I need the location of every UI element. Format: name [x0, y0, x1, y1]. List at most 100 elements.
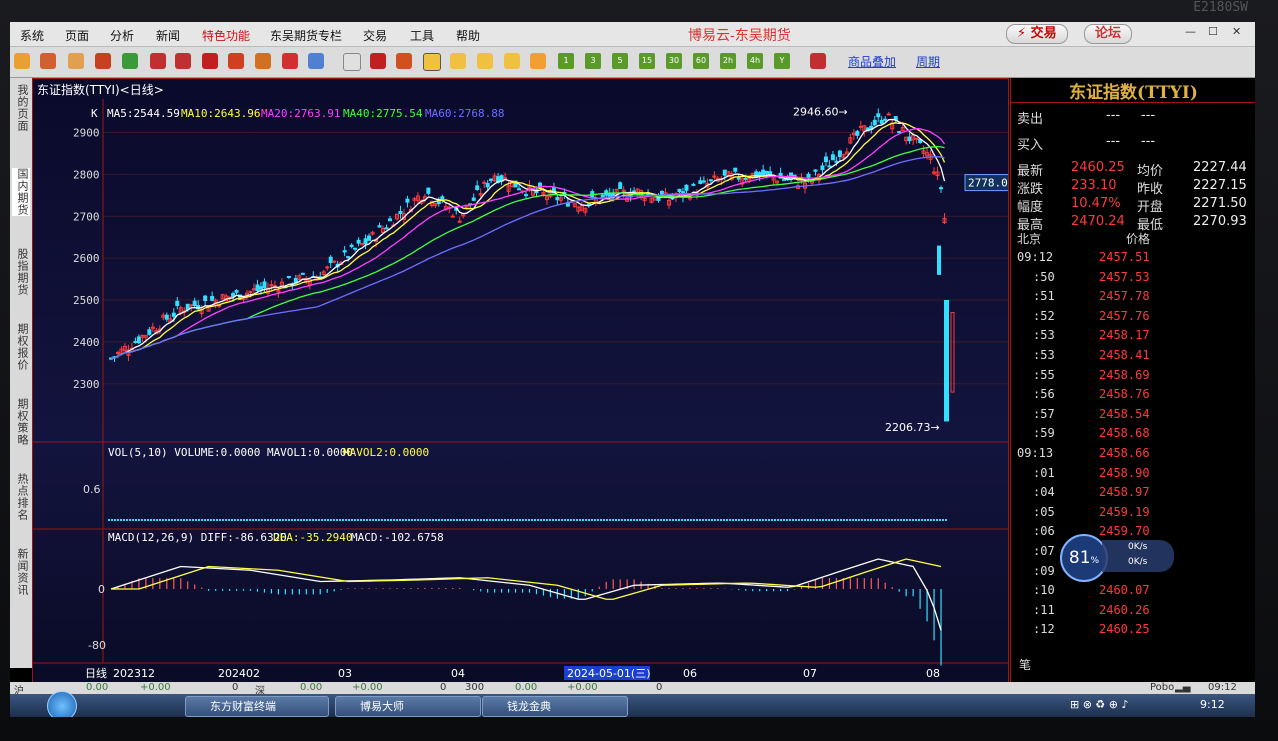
menu-help[interactable]: 帮助 — [456, 27, 480, 44]
macd-dea-label: DEA:-35.2940 — [273, 531, 352, 544]
candle-body — [858, 125, 863, 128]
period-2h-button[interactable]: 2h — [720, 53, 736, 69]
chart-icon[interactable] — [370, 53, 386, 69]
tab-news[interactable]: 新闻资讯 — [12, 548, 30, 596]
month-icon[interactable] — [477, 53, 493, 69]
quote-label: 幅度 — [1017, 200, 1044, 215]
quote-value: 10.47% — [1071, 196, 1121, 211]
layout-icon[interactable] — [202, 53, 218, 69]
menu-analysis[interactable]: 分析 — [110, 27, 134, 44]
period-5-button[interactable]: 5 — [612, 53, 628, 69]
candle-body — [757, 172, 762, 176]
quote-value: 2271.50 — [1193, 196, 1247, 211]
network-gauge[interactable]: 81% 0K/s 0K/s — [1060, 534, 1176, 582]
period-link[interactable]: 周期 — [916, 53, 940, 70]
quote-value: 233.10 — [1071, 178, 1117, 193]
tab-option-strategy[interactable]: 期权策略 — [12, 398, 30, 446]
tick-icon[interactable] — [396, 53, 412, 69]
quote-label: 开盘 — [1137, 200, 1164, 215]
x-axis-label: 202312 — [113, 667, 155, 680]
monitor-bezel: E2180SW 系统 页面 分析 新闻 特色功能 东吴期货专栏 交易 工具 帮助… — [0, 0, 1278, 741]
period-year-button[interactable]: Y — [774, 53, 790, 69]
maximize-icon[interactable]: ☐ — [1208, 25, 1218, 38]
status-v5: 0.00 — [300, 682, 323, 693]
price-tick-label: 2900 — [73, 127, 100, 140]
calendar-icon[interactable] — [810, 53, 826, 69]
back-icon[interactable] — [14, 53, 30, 69]
filter-icon[interactable] — [282, 53, 298, 69]
tray-icons[interactable]: ⊞ ⊗ ♻ ⊕ ♪ — [1070, 698, 1129, 711]
candle-body — [813, 169, 818, 172]
menu-page[interactable]: 页面 — [65, 27, 89, 44]
taskbar-item-qianlong[interactable]: 钱龙金典 — [482, 696, 628, 717]
candle-body — [618, 182, 623, 189]
tick-time: :04 — [1033, 485, 1055, 500]
tick-price: 2458.69 — [1099, 367, 1150, 382]
tab-hot-ranking[interactable]: 热点排名 — [12, 473, 30, 521]
folder-icon[interactable] — [68, 53, 84, 69]
taskbar-item-boyi[interactable]: 博易大师 — [335, 696, 481, 717]
table-icon[interactable] — [343, 53, 361, 71]
menu-features[interactable]: 特色功能 — [202, 27, 250, 44]
trade-button[interactable]: ⚡ 交易 — [1006, 24, 1068, 44]
x-axis-label: 06 — [683, 667, 697, 680]
menu-news[interactable]: 新闻 — [156, 27, 180, 44]
menu-trade[interactable]: 交易 — [363, 27, 387, 44]
tab-option-quotes[interactable]: 期权报价 — [12, 323, 30, 371]
candle-body — [203, 295, 208, 301]
candle-body — [231, 293, 236, 297]
period-30-button[interactable]: 30 — [666, 53, 682, 69]
tick-price: 2457.76 — [1099, 308, 1150, 323]
candle-body — [485, 182, 490, 188]
period-15-button[interactable]: 15 — [639, 53, 655, 69]
refresh-icon[interactable] — [122, 53, 138, 69]
candle-body — [251, 288, 256, 291]
taskbar-item-eastmoney[interactable]: 东方财富终端 — [185, 696, 329, 717]
tick-price-header: 价格 — [1126, 232, 1151, 246]
candle-body — [600, 194, 605, 198]
forum-button[interactable]: 论坛 — [1084, 24, 1133, 44]
candle-body — [234, 290, 239, 293]
week-icon[interactable] — [450, 53, 466, 69]
quote-label: 涨跌 — [1017, 182, 1044, 197]
tab-index-futures[interactable]: 股指期货 — [12, 248, 30, 296]
minimize-icon[interactable]: — — [1185, 25, 1196, 38]
tick-time: :12 — [1033, 622, 1055, 637]
home-icon[interactable] — [40, 53, 56, 69]
start-button-icon[interactable] — [47, 691, 77, 717]
indicator-icon[interactable] — [308, 53, 324, 69]
period-3-button[interactable]: 3 — [585, 53, 601, 69]
close-icon[interactable]: ✕ — [1232, 25, 1241, 38]
candle-body — [384, 227, 389, 230]
x-axis-label: 2024-05-01(三) — [567, 667, 651, 680]
tab-domestic-futures[interactable]: 国内期货 — [12, 168, 30, 216]
candle-body — [405, 198, 410, 203]
menu-tools[interactable]: 工具 — [410, 27, 434, 44]
menu-dongwu-column[interactable]: 东吴期货专栏 — [270, 27, 342, 44]
cross-icon[interactable] — [530, 53, 546, 69]
period-1-button[interactable]: 1 — [558, 53, 574, 69]
quote-icon[interactable] — [95, 53, 111, 69]
zoom-in-icon[interactable] — [150, 53, 166, 69]
overlay-link[interactable]: 商品叠加 — [848, 53, 896, 70]
candle-body — [517, 188, 522, 191]
day-icon[interactable] — [423, 53, 441, 71]
buy-label: 买入 — [1017, 138, 1044, 153]
tab-trades[interactable]: 笔 — [1019, 656, 1031, 673]
menu-system[interactable]: 系统 — [20, 27, 44, 44]
brush-icon[interactable] — [255, 53, 271, 69]
candle-body — [886, 113, 891, 116]
tab-my-page[interactable]: 我的页面 — [12, 84, 30, 132]
candle-body — [883, 118, 888, 121]
candle-body — [342, 250, 347, 253]
quote-panel: 东证指数(TTYI) 卖出 --- --- 买入 --- --- 最新 2460.… — [1010, 78, 1255, 682]
period-60-button[interactable]: 60 — [693, 53, 709, 69]
period-4h-button[interactable]: 4h — [747, 53, 763, 69]
zoom-out-icon[interactable] — [175, 53, 191, 69]
quarter-icon[interactable] — [504, 53, 520, 69]
quote-value: 2470.24 — [1071, 214, 1125, 229]
kline-chart-area[interactable]: 东证指数(TTYI)<日线> K MA5:2544.59 MA10:2643.9… — [32, 78, 1009, 684]
candle-body — [475, 185, 480, 190]
pen-icon[interactable] — [228, 53, 244, 69]
tick-time: :06 — [1033, 524, 1055, 539]
